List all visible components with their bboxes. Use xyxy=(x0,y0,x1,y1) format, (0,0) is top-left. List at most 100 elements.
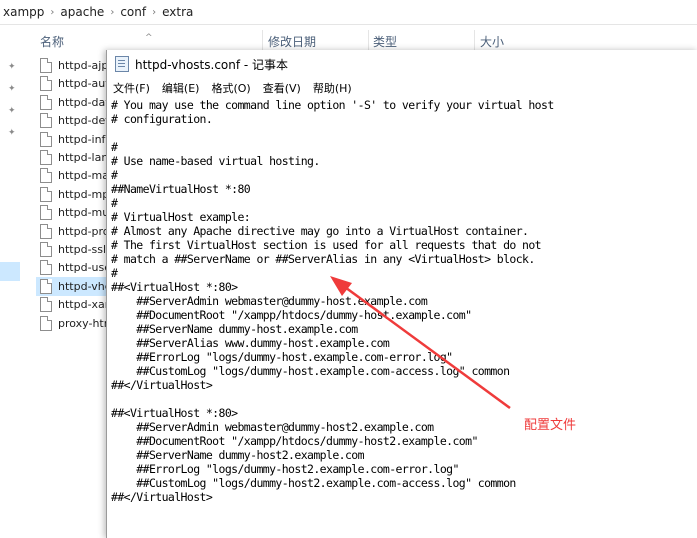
code-line: ##ServerAlias www.dummy-host.example.com xyxy=(111,336,390,350)
file-row[interactable]: httpd-aut xyxy=(40,74,110,93)
file-row[interactable]: httpd-lan xyxy=(40,148,110,167)
window-title: httpd-vhosts.conf - 记事本 xyxy=(135,57,289,72)
breadcrumb-item-apache[interactable]: apache xyxy=(57,5,107,19)
code-line: ##CustomLog "logs/dummy-host2.example.co… xyxy=(111,476,516,490)
code-line: # You may use the command line option '-… xyxy=(111,98,554,112)
file-row[interactable]: proxy-htr xyxy=(40,314,110,333)
file-row[interactable]: httpd-dav xyxy=(40,93,110,112)
file-icon xyxy=(40,76,52,92)
menu-file[interactable]: 文件(F) xyxy=(107,80,156,96)
file-row[interactable]: httpd-def xyxy=(40,111,110,130)
chevron-right-icon: › xyxy=(152,6,157,18)
file-name: httpd-ma xyxy=(58,169,109,183)
file-icon xyxy=(40,58,52,73)
file-name: httpd-xan xyxy=(58,298,110,312)
notepad-icon xyxy=(115,56,129,72)
file-row[interactable]: httpd-vhc xyxy=(36,276,112,296)
column-header-type[interactable]: 类型 xyxy=(373,33,397,50)
column-header-modified[interactable]: 修改日期 xyxy=(268,33,316,50)
menu-format[interactable]: 格式(O) xyxy=(205,80,256,96)
file-name: httpd-mu xyxy=(58,206,110,220)
file-row[interactable]: httpd-info xyxy=(40,130,110,149)
file-name: httpd-ssl. xyxy=(58,243,110,256)
editor-content[interactable]: # You may use the command line option '-… xyxy=(111,98,554,504)
code-line: ##CustomLog "logs/dummy-host.example.com… xyxy=(111,364,510,378)
code-line: ##ErrorLog "logs/dummy-host.example.com-… xyxy=(111,350,453,364)
chevron-right-icon: › xyxy=(110,6,115,18)
breadcrumb-item-conf[interactable]: conf xyxy=(117,5,149,19)
sort-up-icon: ^ xyxy=(145,33,153,43)
code-line: ##ServerName dummy-host.example.com xyxy=(111,322,358,336)
file-name: httpd-use xyxy=(58,261,110,275)
code-line: ##ServerName dummy-host2.example.com xyxy=(111,448,364,462)
file-icon xyxy=(40,94,52,110)
file-row[interactable]: httpd-ssl. xyxy=(40,240,110,259)
code-line: ##DocumentRoot "/xampp/htdocs/dummy-host… xyxy=(111,308,472,322)
file-name: httpd-dav xyxy=(58,95,110,109)
code-line: # Almost any Apache directive may go int… xyxy=(111,224,529,238)
breadcrumb-item-extra[interactable]: extra xyxy=(159,5,196,19)
code-line: ##ServerAdmin webmaster@dummy-host.examp… xyxy=(111,294,428,308)
code-line: # match a ##ServerName or ##ServerAlias … xyxy=(111,252,535,266)
code-line: # xyxy=(111,196,118,210)
annotation-label: 配置文件 xyxy=(524,418,577,433)
file-row[interactable]: httpd-mu xyxy=(40,203,110,222)
file-icon xyxy=(40,297,52,313)
file-icon xyxy=(40,113,52,129)
column-divider[interactable] xyxy=(474,30,475,52)
column-header-name[interactable]: 名称 xyxy=(40,33,64,50)
menu-edit[interactable]: 编辑(E) xyxy=(156,80,206,96)
file-icon xyxy=(40,150,52,165)
code-line: # xyxy=(111,266,118,280)
code-line: # xyxy=(111,140,118,154)
menu-bar: 文件(F) 编辑(E) 格式(O) 查看(V) 帮助(H) xyxy=(107,78,697,98)
file-icon xyxy=(40,315,52,331)
file-icon xyxy=(40,260,52,276)
code-line: ##ErrorLog "logs/dummy-host2.example.com… xyxy=(111,462,459,476)
file-icon xyxy=(40,131,52,147)
file-row[interactable]: httpd-mp xyxy=(40,185,110,204)
code-line: ##<VirtualHost *:80> xyxy=(111,280,238,294)
code-line: # configuration. xyxy=(111,112,213,126)
code-line: ##</VirtualHost> xyxy=(111,490,213,504)
column-header-size[interactable]: 大小 xyxy=(480,33,504,50)
file-row[interactable]: httpd-pro xyxy=(40,222,110,241)
file-name: httpd-info xyxy=(58,132,110,146)
pin-icon[interactable]: ✦ xyxy=(8,84,18,94)
pin-icon[interactable]: ✦ xyxy=(8,62,18,72)
file-name: httpd-mp xyxy=(58,187,110,201)
code-line: ##ServerAdmin webmaster@dummy-host2.exam… xyxy=(111,420,434,434)
file-name: httpd-lan xyxy=(58,151,109,164)
code-line: # The first VirtualHost section is used … xyxy=(111,238,542,252)
pin-icon[interactable]: ✦ xyxy=(8,106,18,116)
file-row[interactable]: httpd-xan xyxy=(40,295,110,314)
code-line: ##<VirtualHost *:80> xyxy=(111,406,238,420)
file-icon xyxy=(40,205,52,221)
file-icon xyxy=(40,223,52,239)
file-icon xyxy=(40,278,52,294)
notepad-window[interactable]: httpd-vhosts.conf - 记事本 文件(F) 编辑(E) 格式(O… xyxy=(106,50,697,538)
file-icon xyxy=(40,186,52,202)
code-line: # Use name-based virtual hosting. xyxy=(111,154,320,168)
breadcrumb: xampp › apache › conf › extra xyxy=(0,0,697,25)
column-divider[interactable] xyxy=(368,30,369,52)
file-name: httpd-def xyxy=(58,114,110,128)
menu-help[interactable]: 帮助(H) xyxy=(307,80,358,96)
file-row[interactable]: httpd-ajp xyxy=(40,56,110,75)
pin-icon[interactable]: ✦ xyxy=(8,128,18,138)
menu-view[interactable]: 查看(V) xyxy=(257,80,307,96)
file-name: httpd-aut xyxy=(58,77,110,91)
text-editor[interactable]: # You may use the command line option '-… xyxy=(107,98,697,538)
nav-pane-selected-item[interactable] xyxy=(0,262,20,281)
file-icon xyxy=(40,242,52,257)
chevron-right-icon: › xyxy=(50,6,55,18)
title-bar[interactable]: httpd-vhosts.conf - 记事本 xyxy=(107,50,697,78)
breadcrumb-item-xampp[interactable]: xampp xyxy=(0,5,47,19)
file-row[interactable]: httpd-ma xyxy=(40,166,110,185)
column-divider[interactable] xyxy=(262,30,263,52)
file-name: httpd-pro xyxy=(58,224,110,238)
file-row[interactable]: httpd-use xyxy=(40,258,110,277)
file-name: httpd-ajp xyxy=(58,59,109,72)
file-name: httpd-vhc xyxy=(58,279,111,293)
